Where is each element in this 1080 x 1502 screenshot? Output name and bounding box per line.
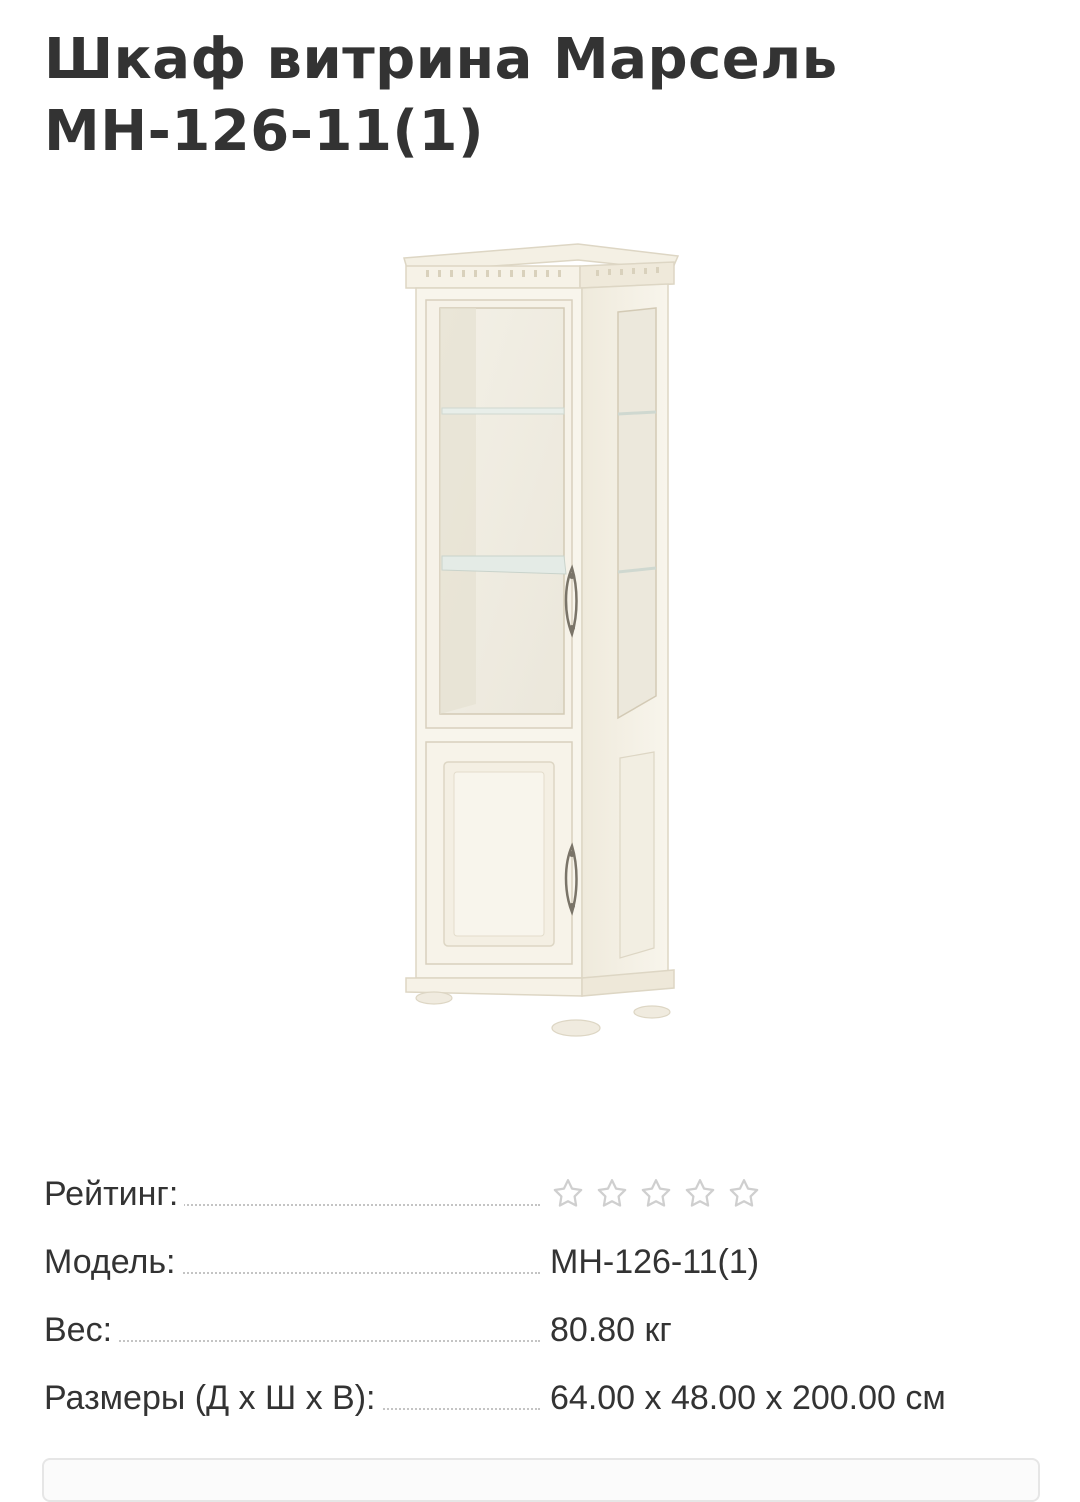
star-outline-icon[interactable] — [726, 1176, 762, 1212]
spec-row-model: Модель: МН-126-11(1) — [44, 1228, 1044, 1296]
spec-value-weight: 80.80 кг — [550, 1311, 672, 1349]
star-outline-icon[interactable] — [594, 1176, 630, 1212]
spec-value-model: МН-126-11(1) — [550, 1243, 760, 1281]
spec-label-weight: Вес: — [44, 1296, 119, 1364]
spec-row-weight: Вес: 80.80 кг — [44, 1296, 1044, 1364]
spec-row-rating: Рейтинг: — [44, 1160, 1044, 1228]
dotted-leader — [44, 1340, 540, 1342]
star-outline-icon[interactable] — [682, 1176, 718, 1212]
spec-label-rating: Рейтинг: — [44, 1160, 185, 1228]
next-section-card — [42, 1458, 1040, 1502]
star-outline-icon[interactable] — [550, 1176, 586, 1212]
cabinet-illustration — [403, 243, 680, 1037]
spec-label-dimensions: Размеры (Д х Ш х В): — [44, 1364, 382, 1432]
star-outline-icon[interactable] — [638, 1176, 674, 1212]
spec-label-model: Модель: — [44, 1228, 182, 1296]
spec-value-dimensions: 64.00 x 48.00 x 200.00 см — [550, 1379, 946, 1417]
spec-row-dimensions: Размеры (Д х Ш х В): 64.00 x 48.00 x 200… — [44, 1364, 1044, 1432]
rating-stars[interactable] — [550, 1160, 762, 1228]
product-specs: Рейтинг: Модель: МН-126-11(1) Вес: 80.80… — [44, 1160, 1044, 1432]
product-image[interactable] — [96, 196, 984, 1096]
page-title: Шкаф витрина Марсель МН-126-11(1) — [44, 27, 838, 164]
